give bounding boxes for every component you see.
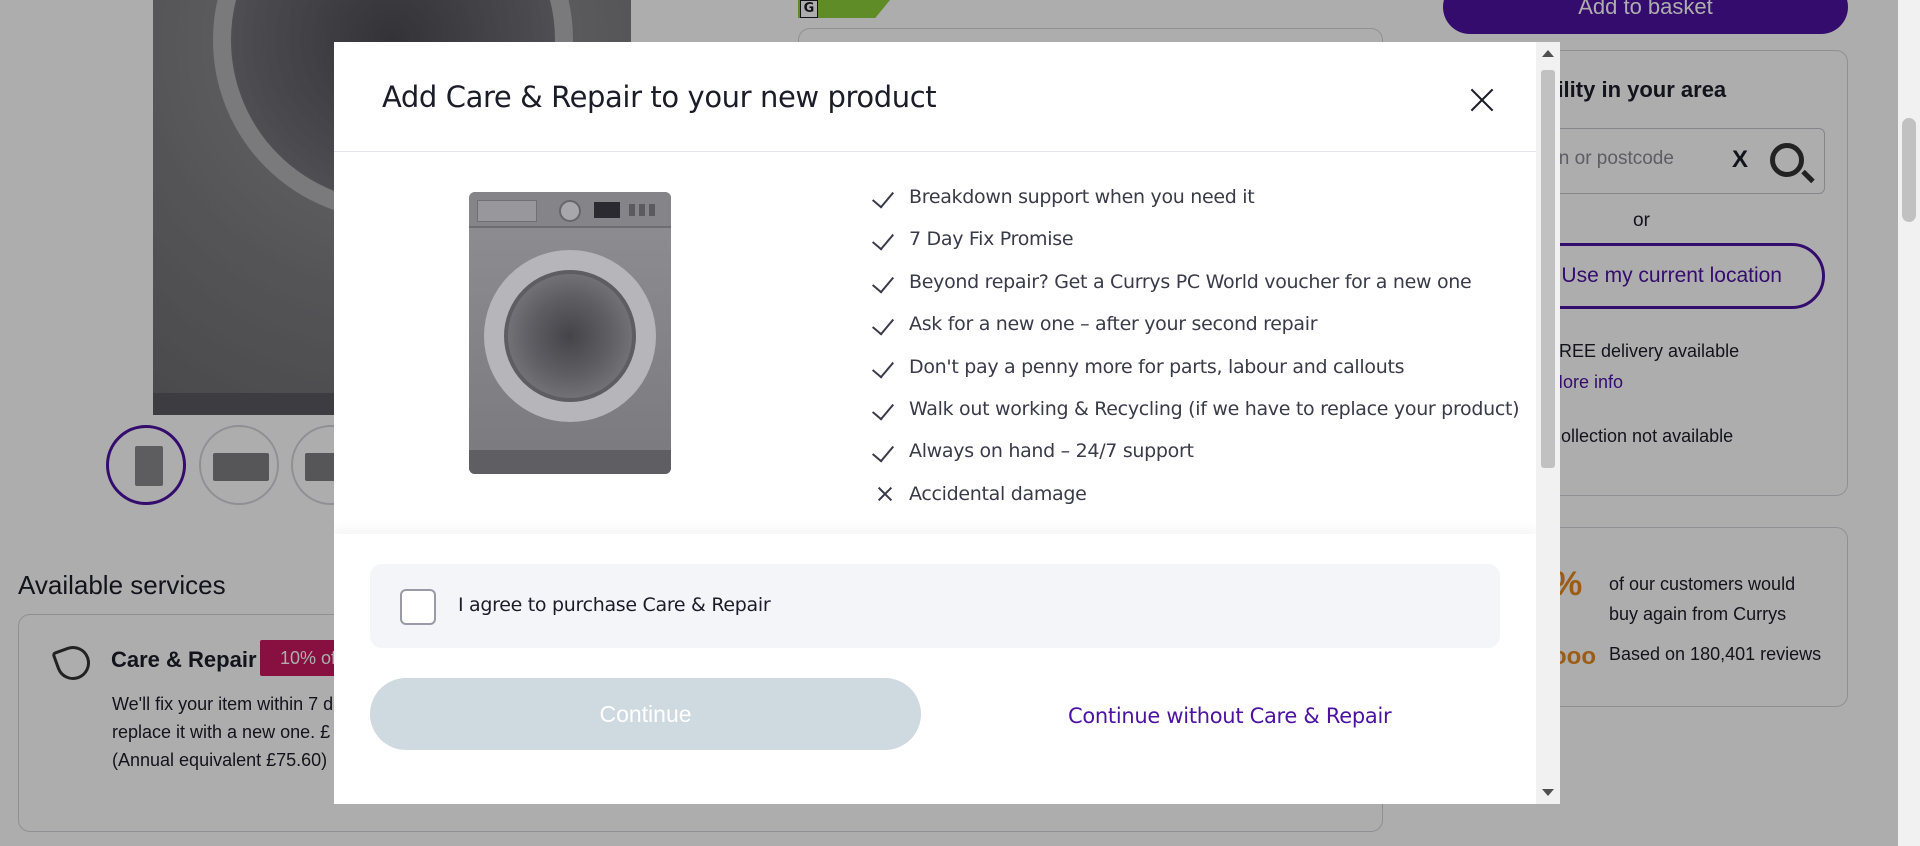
washing-machine-image (469, 192, 671, 474)
check-icon (874, 271, 898, 293)
feature-item: Walk out working & Recycling (if we have… (874, 392, 1520, 434)
feature-item: 7 Day Fix Promise (874, 222, 1519, 264)
continue-without-link[interactable]: Continue without Care & Repair (1068, 704, 1392, 728)
feature-text: Always on hand – 24/7 support (909, 440, 1194, 463)
modal-scrollbar[interactable] (1536, 42, 1560, 804)
feature-item: Ask for a new one – after your second re… (874, 307, 1519, 349)
page-scrollbar-thumb[interactable] (1902, 118, 1916, 222)
check-icon (874, 398, 898, 420)
modal-scrollbar-thumb[interactable] (1541, 70, 1555, 468)
feature-text: Breakdown support when you need it (909, 186, 1255, 208)
agree-box: I agree to purchase Care & Repair (370, 564, 1500, 648)
check-icon (874, 356, 898, 378)
modal-footer: I agree to purchase Care & Repair Contin… (334, 534, 1536, 804)
feature-item: Accidental damage (874, 477, 1519, 519)
page-scrollbar[interactable] (1898, 0, 1920, 846)
feature-item: Breakdown support when you need it (874, 180, 1519, 222)
feature-text: 7 Day Fix Promise (909, 228, 1074, 251)
feature-list: Breakdown support when you need it 7 Day … (874, 180, 1520, 519)
feature-text: Beyond repair? Get a Currys PC World vou… (909, 270, 1472, 293)
feature-item: Always on hand – 24/7 support (874, 434, 1519, 476)
feature-text: Walk out working & Recycling (if we have… (909, 397, 1520, 420)
check-icon (874, 313, 898, 335)
feature-item: Don't pay a penny more for parts, labour… (874, 350, 1519, 392)
check-icon (874, 186, 898, 208)
feature-item: Beyond repair? Get a Currys PC World vou… (874, 265, 1519, 307)
check-icon (874, 228, 898, 250)
check-icon (874, 440, 898, 462)
agree-checkbox[interactable] (400, 589, 436, 625)
feature-text: Ask for a new one – after your second re… (909, 313, 1318, 336)
close-icon[interactable] (1462, 80, 1502, 120)
care-repair-modal: Add Care & Repair to your new product Br… (334, 42, 1560, 804)
continue-button[interactable]: Continue (370, 678, 921, 750)
scroll-down-arrow-icon[interactable] (1542, 789, 1554, 796)
agree-label[interactable]: I agree to purchase Care & Repair (458, 594, 771, 616)
modal-title: Add Care & Repair to your new product (382, 80, 937, 114)
feature-text: Don't pay a penny more for parts, labour… (909, 355, 1405, 378)
feature-text: Accidental damage (909, 482, 1087, 505)
scroll-up-arrow-icon[interactable] (1542, 50, 1554, 57)
cross-icon (874, 483, 898, 505)
modal-header: Add Care & Repair to your new product (334, 42, 1536, 152)
